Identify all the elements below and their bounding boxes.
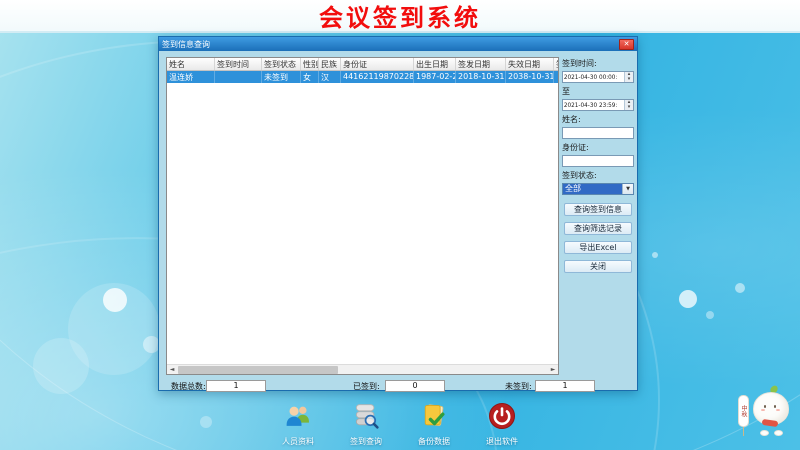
taskbar-item-backup[interactable]: 备份数据: [406, 402, 462, 447]
scrollbar-track[interactable]: [177, 365, 548, 375]
table-row[interactable]: 温连娇 未签到 女 汉 441621198702282481 1987-02-2…: [167, 71, 558, 83]
cell-issuedate: 2018-10-31: [456, 71, 506, 83]
query-signin-info-button[interactable]: 查询签到信息: [564, 203, 632, 216]
spin-down-icon[interactable]: ▾: [625, 77, 633, 82]
cell-idnumber: 441621198702282481: [341, 71, 414, 83]
signed-count-value: 0: [385, 380, 445, 392]
power-icon: [488, 402, 516, 434]
total-count-label: 数据总数:: [171, 381, 206, 392]
mascot-blush: [776, 409, 780, 411]
column-header-clipped[interactable]: 签: [554, 58, 559, 70]
chevron-down-icon[interactable]: ▼: [622, 184, 633, 194]
column-header-birthdate[interactable]: 出生日期: [414, 58, 456, 70]
taskbar: 人员资料 签到查询 备份数据: [0, 402, 800, 447]
scroll-right-icon[interactable]: ►: [548, 365, 558, 375]
backup-file-icon: [420, 402, 448, 434]
column-header-issuedate[interactable]: 签发日期: [456, 58, 506, 70]
query-panel: 签到时间: 2021-04-30 00:00:00 ▴ ▾ 至 2021-04-…: [562, 58, 634, 279]
taskbar-label: 人员资料: [282, 436, 314, 447]
mascot-scarf: [762, 419, 779, 427]
status-dropdown[interactable]: 全部 ▼: [562, 183, 634, 195]
column-header-idnumber[interactable]: 身份证: [341, 58, 414, 70]
taskbar-item-signin-query[interactable]: 签到查询: [338, 402, 394, 447]
signtime-label: 签到时间:: [562, 58, 634, 69]
taskbar-item-exit[interactable]: 退出软件: [474, 402, 530, 447]
cell-gender: 女: [301, 71, 319, 83]
desktop: 会议签到系统 签到信息查询 ✕ 姓名 签到时间 签到状态 性别 民族 身份证 出…: [0, 0, 800, 450]
cell-ethnic: 汉: [319, 71, 341, 83]
unsigned-count-label: 未签到:: [505, 381, 532, 392]
table-header-row: 姓名 签到时间 签到状态 性别 民族 身份证 出生日期 签发日期 失效日期 签: [167, 58, 558, 71]
export-excel-button[interactable]: 导出Excel: [564, 241, 632, 254]
app-title: 会议签到系统: [319, 0, 481, 33]
time-to-spinner[interactable]: ▴ ▾: [624, 100, 633, 110]
taskbar-label: 退出软件: [486, 436, 518, 447]
column-header-name[interactable]: 姓名: [167, 58, 215, 70]
time-from-field[interactable]: 2021-04-30 00:00:00 ▴ ▾: [562, 71, 634, 83]
close-window-button[interactable]: 关闭: [564, 260, 632, 273]
signed-count-label: 已签到:: [353, 381, 380, 392]
taskbar-label: 签到查询: [350, 436, 382, 447]
wallpaper-bubble: [652, 252, 658, 258]
wallpaper-bubble: [68, 283, 160, 375]
column-header-status[interactable]: 签到状态: [262, 58, 301, 70]
cell-expiredate: 2038-10-31: [506, 71, 554, 83]
close-icon[interactable]: ✕: [619, 39, 634, 50]
app-banner: 会议签到系统: [0, 0, 800, 33]
idnumber-label: 身份证:: [562, 142, 634, 153]
time-from-value[interactable]: 2021-04-30 00:00:00: [563, 72, 617, 82]
wallpaper-bubble: [679, 290, 697, 308]
cell-status: 未签到: [262, 71, 301, 83]
column-header-signtime[interactable]: 签到时间: [215, 58, 262, 70]
mascot-eye: [764, 405, 766, 408]
status-bar: 数据总数: 1 已签到: 0 未签到: 1: [166, 380, 559, 392]
idnumber-input[interactable]: [562, 155, 634, 167]
horizontal-scrollbar[interactable]: ◄ ►: [167, 364, 558, 374]
cell-clipped: [554, 71, 559, 83]
signin-query-window: 签到信息查询 ✕ 姓名 签到时间 签到状态 性别 民族 身份证 出生日期 签发日…: [158, 36, 638, 391]
wallpaper-bubble: [706, 311, 714, 319]
wallpaper-bubble: [33, 338, 89, 394]
spin-down-icon[interactable]: ▾: [625, 105, 633, 110]
total-count-value: 1: [206, 380, 266, 392]
mascot-sticker: 中秋: [738, 382, 800, 442]
wallpaper-bubble: [735, 283, 745, 293]
time-to-field[interactable]: 2021-04-30 23:59:59 ▴ ▾: [562, 99, 634, 111]
column-header-gender[interactable]: 性别: [301, 58, 319, 70]
cell-name: 温连娇: [167, 71, 215, 83]
unsigned-count-value: 1: [535, 380, 595, 392]
wallpaper-bubble: [103, 288, 127, 312]
cell-signtime: [215, 71, 262, 83]
name-input[interactable]: [562, 127, 634, 139]
scroll-left-icon[interactable]: ◄: [167, 365, 177, 375]
taskbar-item-personnel[interactable]: 人员资料: [270, 402, 326, 447]
status-label: 签到状态:: [562, 170, 634, 181]
scrollbar-thumb[interactable]: [178, 366, 338, 374]
column-header-expiredate[interactable]: 失效日期: [506, 58, 554, 70]
query-filtered-records-button[interactable]: 查询筛选记录: [564, 222, 632, 235]
column-header-ethnic[interactable]: 民族: [319, 58, 341, 70]
signin-table: 姓名 签到时间 签到状态 性别 民族 身份证 出生日期 签发日期 失效日期 签 …: [166, 57, 559, 375]
cell-birthdate: 1987-02-28: [414, 71, 456, 83]
name-label: 姓名:: [562, 114, 634, 125]
time-to-value[interactable]: 2021-04-30 23:59:59: [563, 100, 617, 110]
mascot-banner-pole: [743, 426, 744, 436]
window-title: 签到信息查询: [162, 39, 619, 50]
taskbar-label: 备份数据: [418, 436, 450, 447]
status-selected-value[interactable]: 全部: [563, 184, 622, 194]
to-label: 至: [562, 86, 634, 97]
mascot-banner: 中秋: [738, 395, 749, 427]
mascot-eye: [774, 405, 776, 408]
people-icon: [284, 402, 312, 434]
window-titlebar[interactable]: 签到信息查询 ✕: [159, 37, 637, 51]
mascot-foot: [760, 430, 769, 436]
time-from-spinner[interactable]: ▴ ▾: [624, 72, 633, 82]
mascot-blush: [761, 409, 765, 411]
database-search-icon: [352, 402, 380, 434]
mascot-foot: [774, 430, 783, 436]
